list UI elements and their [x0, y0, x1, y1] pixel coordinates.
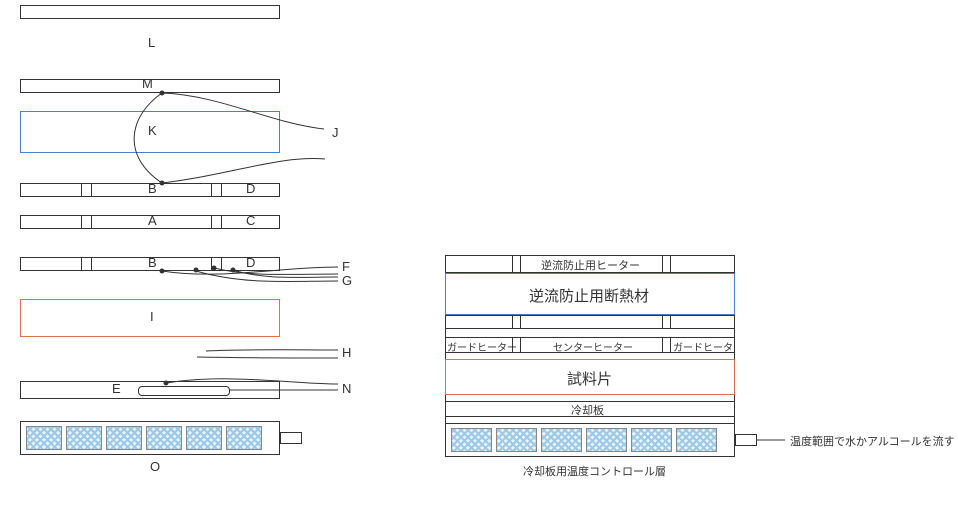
label-l: L [148, 35, 155, 50]
label-a: A [148, 213, 157, 228]
hatch-cell [676, 428, 717, 452]
hatch-cell [451, 428, 492, 452]
hatch-cell [226, 426, 262, 450]
outlet-stub-right [735, 434, 757, 446]
label-o: O [150, 459, 160, 474]
label-b-1: B [148, 181, 157, 196]
label-h: H [342, 345, 351, 360]
label-b-2: B [148, 255, 157, 270]
label-d-2: D [246, 255, 255, 270]
label-cooling-plate: 冷却板 [571, 402, 604, 418]
label-d-1: D [246, 181, 255, 196]
outlet-stub-left [280, 432, 302, 444]
label-c: C [246, 213, 255, 228]
label-guard-heater-l: ガードヒーター [447, 339, 517, 354]
label-flow-note: 温度範囲で水かアルコールを流す [790, 433, 955, 449]
slot-shape [138, 386, 230, 396]
hatch-cell [496, 428, 537, 452]
label-m-2: M [142, 76, 153, 91]
hatch-cell [586, 428, 627, 452]
hatch-cell [631, 428, 672, 452]
label-g: G [342, 273, 352, 288]
hatch-cell [66, 426, 102, 450]
hatch-cell [26, 426, 62, 450]
label-n: N [342, 381, 351, 396]
hatch-cell [186, 426, 222, 450]
label-k: K [148, 123, 157, 138]
label-f: F [342, 259, 350, 274]
bar-l [20, 5, 280, 19]
row-spacer1 [445, 315, 735, 329]
label-cooling-caption: 冷却板用温度コントロール層 [523, 463, 666, 479]
label-backflow-insulation: 逆流防止用断熱材 [529, 285, 649, 306]
label-e: E [112, 381, 121, 396]
label-j: J [332, 125, 339, 140]
hatch-cell [541, 428, 582, 452]
label-i: I [150, 309, 154, 324]
hatch-cell [146, 426, 182, 450]
label-backflow-heater: 逆流防止用ヒーター [541, 257, 640, 273]
label-specimen: 試料片 [567, 368, 612, 389]
hatch-cell [106, 426, 142, 450]
label-center-heater: センターヒーター [553, 339, 633, 354]
